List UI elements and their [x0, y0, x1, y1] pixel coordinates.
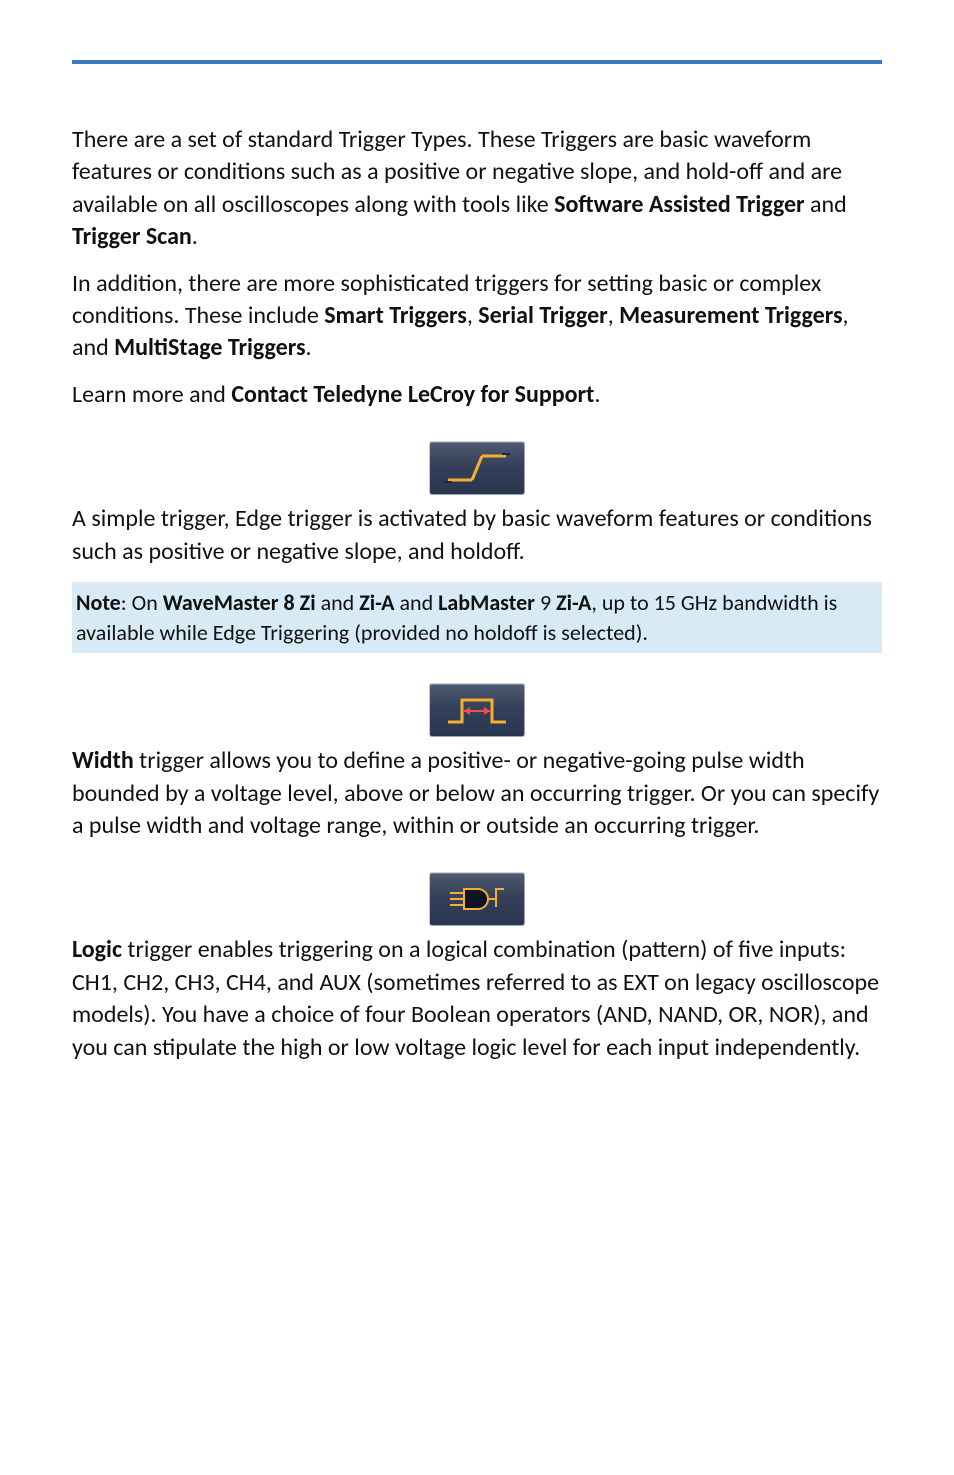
text-bold: MultiStage Triggers: [114, 333, 305, 362]
text: Learn more and: [72, 380, 231, 409]
intro-paragraph-1: There are a set of standard Trigger Type…: [72, 124, 882, 254]
text-bold: Contact Teledyne LeCroy for Support: [231, 380, 594, 409]
edge-body: A simple trigger, Edge trigger is activa…: [72, 503, 882, 568]
text-bold: Trigger Scan: [72, 222, 192, 251]
edge-trigger-icon: [429, 441, 525, 495]
text: and: [316, 589, 360, 616]
text-bold: WaveMaster 8 Zi: [163, 589, 316, 616]
text-bold: LabMaster: [438, 589, 535, 616]
logic-lead: Logic: [72, 935, 122, 964]
width-lead: Width: [72, 746, 134, 775]
text: ,: [467, 301, 478, 330]
text-bold: Smart Triggers: [324, 301, 467, 330]
top-divider: [72, 60, 882, 64]
width-icon-wrap: [72, 683, 882, 737]
edge-note: Note: On WaveMaster 8 Zi and Zi-A and La…: [72, 582, 882, 653]
text: .: [192, 222, 198, 251]
text: : On: [121, 589, 163, 616]
logic-body: trigger enables triggering on a logical …: [72, 935, 879, 1061]
text-bold: Serial Trigger: [478, 301, 607, 330]
width-paragraph: Width trigger allows you to define a pos…: [72, 745, 882, 842]
text: .: [594, 380, 600, 409]
text-bold: Software Assisted Trigger: [554, 190, 804, 219]
intro-paragraph-3: Learn more and Contact Teledyne LeCroy f…: [72, 379, 882, 411]
logic-paragraph: Logic trigger enables triggering on a lo…: [72, 934, 882, 1064]
text-bold: Measurement Triggers: [619, 301, 842, 330]
logic-trigger-icon: [429, 872, 525, 926]
logic-icon-wrap: [72, 872, 882, 926]
text: ,: [608, 301, 619, 330]
text-bold: Zi-A: [359, 589, 394, 616]
text: and: [805, 190, 847, 219]
edge-icon-wrap: [72, 441, 882, 495]
text: and: [395, 589, 439, 616]
text-bold: Zi-A: [556, 589, 591, 616]
width-body: trigger allows you to define a positive-…: [72, 746, 879, 840]
width-trigger-icon: [429, 683, 525, 737]
text: 9: [535, 589, 556, 616]
text: .: [306, 333, 312, 362]
intro-paragraph-2: In addition, there are more sophisticate…: [72, 268, 882, 365]
note-label: Note: [76, 589, 121, 616]
